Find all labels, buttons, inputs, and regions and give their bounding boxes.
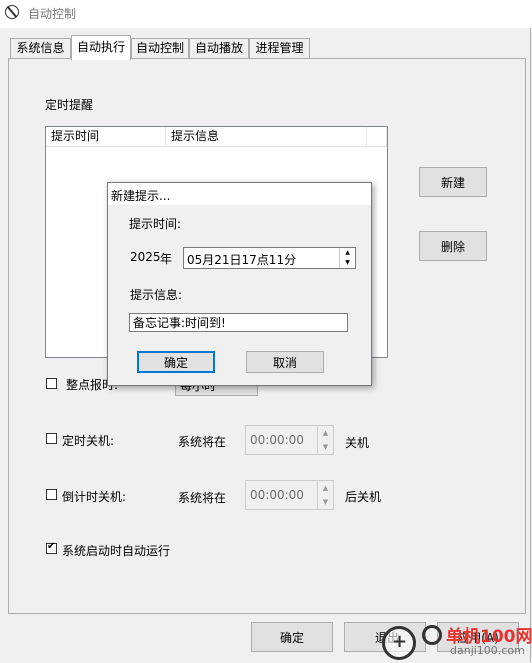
- countdown-shutdown-suffix: 后关机: [345, 490, 382, 504]
- spin-down-icon[interactable]: ▼: [339, 258, 355, 268]
- column-header-time[interactable]: 提示时间: [46, 127, 166, 147]
- tab-auto-execute[interactable]: 自动执行: [71, 35, 131, 60]
- scheduled-shutdown-label: 定时关机:: [62, 434, 115, 448]
- countdown-shutdown-checkbox[interactable]: [46, 489, 57, 500]
- column-header-empty: [367, 127, 387, 147]
- window-title: 自动控制: [28, 7, 77, 21]
- spin-up-icon[interactable]: ▲: [339, 248, 355, 258]
- delete-reminder-button[interactable]: 删除: [419, 231, 487, 261]
- autostart-checkbox[interactable]: [46, 541, 57, 554]
- spin-down-icon[interactable]: ▼: [317, 495, 333, 509]
- tab-auto-play[interactable]: 自动播放: [189, 38, 249, 58]
- reminder-datetime-picker[interactable]: 05月21日17点11分 ▲ ▼: [183, 247, 356, 269]
- watermark-ring-icon: [422, 625, 442, 645]
- shutdown-time-field[interactable]: 00:00:00 ▲ ▼: [245, 425, 334, 455]
- dialog-cancel-button[interactable]: 取消: [246, 351, 324, 373]
- hourly-chime-checkbox[interactable]: [46, 378, 57, 389]
- dialog-ok-button[interactable]: 确定: [137, 351, 215, 373]
- scheduled-shutdown-prefix: 系统将在: [178, 435, 227, 449]
- window-titlebar: [0, 0, 532, 28]
- tab-system-info[interactable]: 系统信息: [10, 38, 71, 58]
- year-value: 2025: [130, 250, 161, 264]
- countdown-shutdown-label: 倒计时关机:: [62, 490, 127, 504]
- tab-auto-control[interactable]: 自动控制: [131, 38, 189, 58]
- scheduled-shutdown-suffix: 关机: [345, 436, 370, 450]
- column-header-info[interactable]: 提示信息: [166, 127, 367, 147]
- spin-down-icon[interactable]: ▼: [317, 440, 333, 454]
- app-icon: [5, 5, 19, 19]
- shutdown-time-value: 00:00:00: [250, 433, 304, 447]
- new-reminder-button[interactable]: 新建: [419, 167, 487, 197]
- reminder-time-label: 提示时间:: [129, 217, 182, 231]
- reminder-datetime-value: 05月21日17点11分: [187, 253, 297, 267]
- ok-button[interactable]: 确定: [251, 622, 333, 652]
- countdown-shutdown-prefix: 系统将在: [178, 491, 227, 505]
- spin-up-icon[interactable]: ▲: [317, 481, 333, 495]
- reminder-info-input[interactable]: [129, 313, 348, 332]
- watermark-logo-icon: +: [382, 626, 416, 660]
- new-reminder-dialog: 新建提示... 提示时间: 2025 年 05月21日17点11分 ▲ ▼ 提示…: [107, 182, 372, 386]
- watermark-url: danji100.com: [450, 644, 525, 657]
- year-unit: 年: [160, 252, 173, 266]
- autostart-label: 系统启动时自动运行: [62, 544, 171, 558]
- tab-process-manager[interactable]: 进程管理: [249, 38, 310, 58]
- countdown-time-field[interactable]: 00:00:00 ▲ ▼: [245, 480, 334, 510]
- scheduled-shutdown-checkbox[interactable]: [46, 433, 57, 444]
- countdown-time-value: 00:00:00: [250, 488, 304, 502]
- dialog-title: 新建提示...: [111, 189, 171, 203]
- reminder-info-label: 提示信息:: [130, 288, 183, 302]
- watermark: + 单机100网 danji100.com: [382, 620, 532, 663]
- spin-up-icon[interactable]: ▲: [317, 426, 333, 440]
- reminder-group-label: 定时提醒: [45, 98, 94, 112]
